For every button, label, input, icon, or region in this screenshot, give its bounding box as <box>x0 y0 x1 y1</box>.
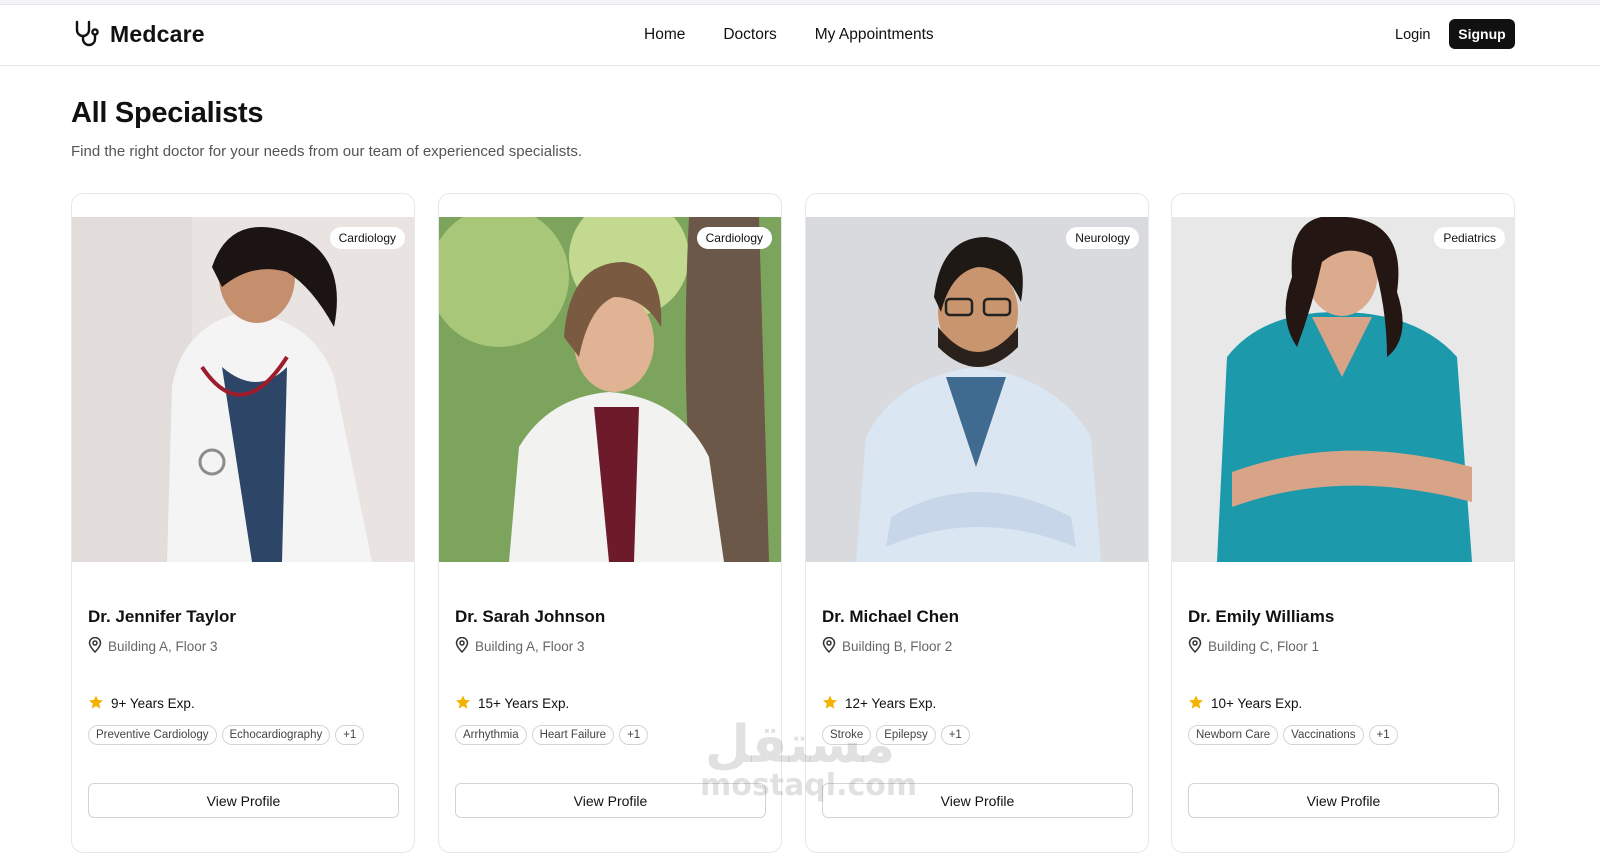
doctor-location: Building C, Floor 1 <box>1188 636 1320 656</box>
doctor-name: Dr. Sarah Johnson <box>455 607 606 626</box>
stethoscope-icon <box>70 18 102 50</box>
star-icon <box>822 694 838 713</box>
doctor-name: Dr. Michael Chen <box>822 607 959 626</box>
doctor-location: Building B, Floor 2 <box>822 636 953 656</box>
brand-logo[interactable]: Medcare <box>70 18 205 50</box>
doctor-location: Building A, Floor 3 <box>455 636 585 656</box>
experience-text: 15+ Years Exp. <box>478 696 570 711</box>
tag: Arrhythmia <box>455 725 527 745</box>
specialty-tags: Newborn Care Vaccinations +1 <box>1188 725 1398 745</box>
doctor-photo: Cardiology <box>439 217 781 562</box>
specialty-badge: Pediatrics <box>1434 227 1505 249</box>
star-icon <box>455 694 471 713</box>
specialty-badge: Neurology <box>1066 227 1139 249</box>
experience-text: 9+ Years Exp. <box>111 696 195 711</box>
view-profile-button[interactable]: View Profile <box>88 783 399 818</box>
specialty-badge: Cardiology <box>696 227 772 249</box>
page-subtitle: Find the right doctor for your needs fro… <box>71 143 583 160</box>
tag-more[interactable]: +1 <box>335 725 365 745</box>
specialty-tags: Stroke Epilepsy +1 <box>822 725 970 745</box>
doctor-card: Cardiology Dr. Jennifer Taylor Building … <box>71 193 415 853</box>
doctor-experience: 12+ Years Exp. <box>822 694 936 713</box>
navbar: Medcare Home Doctors My Appointments Log… <box>0 5 1600 66</box>
specialty-badge: Cardiology <box>329 227 405 249</box>
tag: Epilepsy <box>876 725 936 745</box>
tag-more[interactable]: +1 <box>940 725 970 745</box>
experience-text: 12+ Years Exp. <box>845 696 937 711</box>
location-text: Building A, Floor 3 <box>475 639 585 654</box>
star-icon <box>1188 694 1204 713</box>
doctor-card: Pediatrics Dr. Emily Williams Building C… <box>1171 193 1515 853</box>
page-title: All Specialists <box>71 97 264 129</box>
location-pin-icon <box>88 636 102 656</box>
tag: Preventive Cardiology <box>88 725 217 745</box>
tag: Stroke <box>822 725 872 745</box>
experience-text: 10+ Years Exp. <box>1211 696 1303 711</box>
location-text: Building B, Floor 2 <box>842 639 953 654</box>
tag-more[interactable]: +1 <box>1368 725 1398 745</box>
view-profile-button[interactable]: View Profile <box>1188 783 1499 818</box>
view-profile-button[interactable]: View Profile <box>822 783 1133 818</box>
tag: Echocardiography <box>221 725 331 745</box>
view-profile-button[interactable]: View Profile <box>455 783 766 818</box>
location-text: Building A, Floor 3 <box>108 639 218 654</box>
star-icon <box>88 694 104 713</box>
location-pin-icon <box>822 636 836 656</box>
doctor-photo: Cardiology <box>72 217 414 562</box>
tag-more[interactable]: +1 <box>619 725 649 745</box>
doctor-card: Cardiology Dr. Sarah Johnson Building A,… <box>438 193 782 853</box>
location-pin-icon <box>455 636 469 656</box>
tag: Newborn Care <box>1188 725 1279 745</box>
doctor-location: Building A, Floor 3 <box>88 636 218 656</box>
login-link[interactable]: Login <box>1395 27 1430 43</box>
doctor-name: Dr. Emily Williams <box>1188 607 1335 626</box>
doctor-experience: 9+ Years Exp. <box>88 694 195 713</box>
nav-my-appointments[interactable]: My Appointments <box>815 26 934 44</box>
tag: Vaccinations <box>1283 725 1364 745</box>
signup-button[interactable]: Signup <box>1449 19 1515 49</box>
doctor-experience: 15+ Years Exp. <box>455 694 569 713</box>
nav-doctors[interactable]: Doctors <box>723 26 776 44</box>
doctor-photo: Pediatrics <box>1172 217 1514 562</box>
doctor-experience: 10+ Years Exp. <box>1188 694 1302 713</box>
specialty-tags: Arrhythmia Heart Failure +1 <box>455 725 649 745</box>
main-nav: Home Doctors My Appointments <box>644 26 934 44</box>
doctor-photo: Neurology <box>806 217 1148 562</box>
brand-name: Medcare <box>110 20 205 47</box>
tag: Heart Failure <box>531 725 615 745</box>
location-text: Building C, Floor 1 <box>1208 639 1320 654</box>
doctor-name: Dr. Jennifer Taylor <box>88 607 237 626</box>
location-pin-icon <box>1188 636 1202 656</box>
specialty-tags: Preventive Cardiology Echocardiography +… <box>88 725 365 745</box>
nav-home[interactable]: Home <box>644 26 685 44</box>
doctor-card: Neurology Dr. Michael Chen Building B, F… <box>805 193 1149 853</box>
